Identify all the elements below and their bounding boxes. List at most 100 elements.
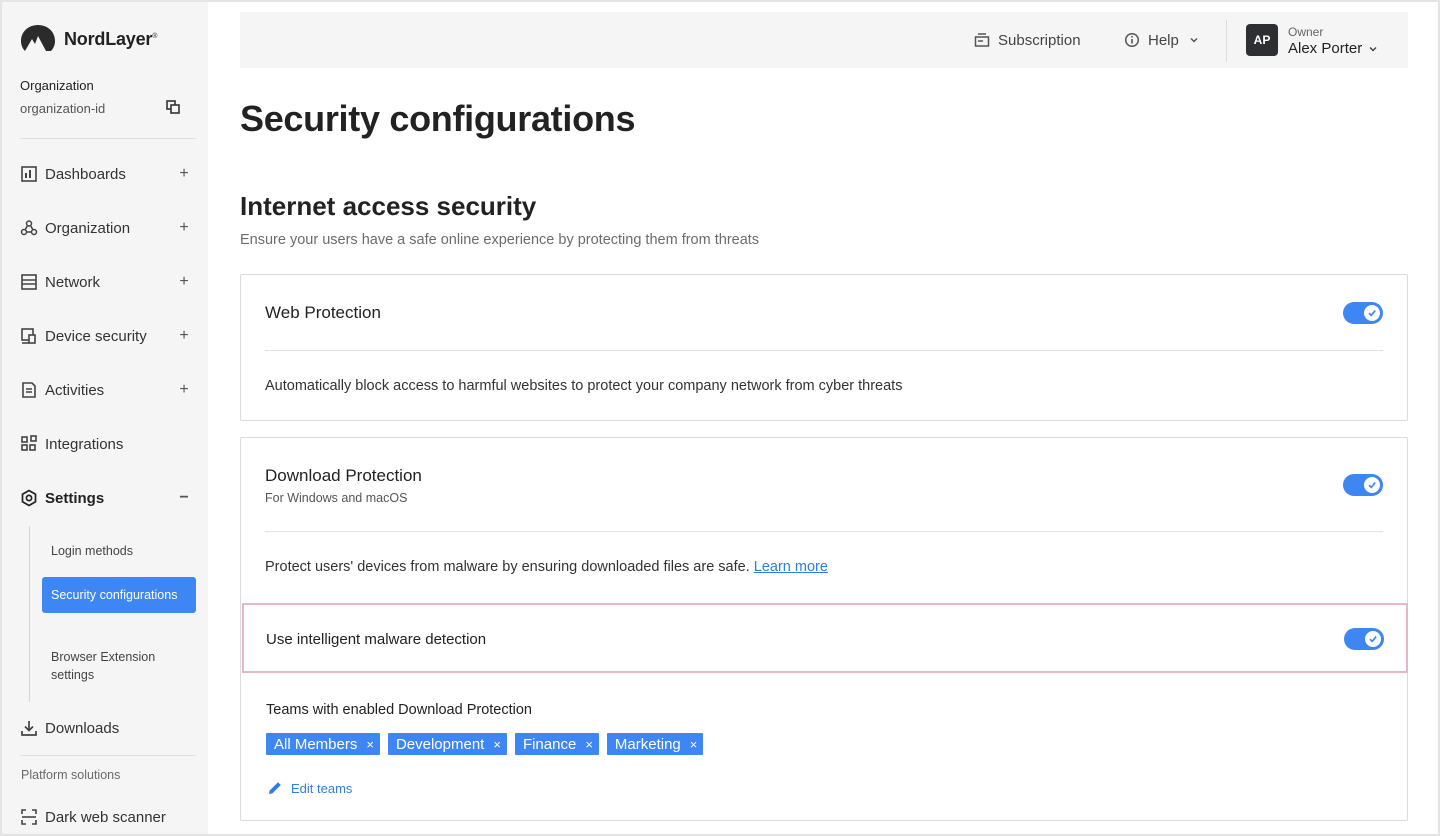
sidebar-item-downloads[interactable]: Downloads (20, 713, 190, 743)
web-protection-description: Automatically block access to harmful we… (265, 378, 903, 394)
section-description: Ensure your users have a safe online exp… (240, 232, 760, 248)
remove-chip-icon[interactable]: × (366, 737, 374, 752)
sidebar-item-dashboards[interactable]: Dashboards + (20, 159, 190, 189)
top-bar: Subscription Help AP Owner Alex Porter (240, 12, 1408, 68)
checkmark-icon (1368, 482, 1376, 489)
edit-teams-label: Edit teams (291, 780, 353, 796)
activities-icon (22, 382, 36, 398)
sidebar-item-label: Downloads (45, 719, 120, 737)
sidebar-item-label: Device security (45, 327, 147, 345)
settings-icon (21, 489, 37, 507)
web-protection-title: Web Protection (265, 303, 381, 322)
nordlayer-logo-icon (21, 25, 55, 51)
subscription-button[interactable]: Subscription (974, 12, 1081, 68)
download-protection-toggle[interactable] (1343, 474, 1383, 496)
teams-label: Teams with enabled Download Protection (266, 702, 532, 718)
expand-icon[interactable]: + (178, 165, 190, 183)
malware-detection-row: Use intelligent malware detection (242, 603, 1408, 673)
team-chips: All Members × Development × Finance × Ma… (266, 733, 704, 755)
expand-icon[interactable]: + (178, 327, 190, 345)
copy-icon[interactable] (166, 100, 180, 114)
team-chip: Marketing × (606, 733, 704, 755)
malware-detection-label: Use intelligent malware detection (266, 631, 487, 648)
expand-icon[interactable]: + (178, 273, 190, 291)
sidebar-subitem-login-methods[interactable]: Login methods (42, 542, 196, 560)
organization-label: Organization (20, 78, 94, 93)
team-chip-label: All Members (274, 735, 358, 753)
card-divider (265, 531, 1383, 532)
download-protection-description: Protect users' devices from malware by e… (265, 559, 828, 575)
subscription-icon (974, 33, 990, 47)
sidebar-subitem-browser-extension-settings[interactable]: Browser Extension settings (42, 648, 196, 684)
checkmark-icon (1368, 310, 1376, 317)
team-chip-label: Finance (522, 735, 577, 753)
sidebar-item-label: Dark web scanner (45, 808, 166, 826)
device-security-icon (21, 328, 36, 344)
sidebar-item-label: Settings (45, 489, 105, 507)
pencil-icon (269, 782, 281, 794)
card-divider (265, 350, 1383, 351)
platform-solutions-label: Platform solutions (21, 768, 121, 782)
collapse-icon[interactable]: − (178, 489, 190, 507)
download-protection-title: Download Protection (265, 466, 422, 485)
sidebar-subitem-security-configurations[interactable]: Security configurations (42, 577, 196, 613)
sidebar-item-network[interactable]: Network + (20, 267, 190, 297)
sidebar-item-label: Dashboards (45, 165, 126, 183)
toggle-knob (1364, 305, 1380, 321)
section-title: Internet access security (240, 191, 537, 221)
download-icon (21, 721, 37, 736)
brand-name: NordLayer® (64, 28, 158, 49)
brand-logo[interactable]: NordLayer® (20, 24, 157, 54)
info-icon (1124, 32, 1140, 48)
dashboard-icon (21, 166, 37, 182)
sidebar-item-settings[interactable]: Settings − (20, 483, 190, 513)
malware-detection-toggle[interactable] (1344, 628, 1384, 650)
sidebar: NordLayer® Organization organization-id … (2, 2, 208, 834)
submenu-line (29, 526, 30, 702)
team-chip-label: Development (395, 735, 485, 753)
sidebar-item-label: Activities (45, 381, 105, 399)
organization-id: organization-id (20, 101, 106, 116)
sidebar-item-organization[interactable]: Organization + (20, 213, 190, 243)
chevron-down-icon (1190, 37, 1198, 43)
web-protection-card: Web Protection Automatically block acces… (240, 274, 1408, 421)
sidebar-divider (20, 138, 196, 139)
subscription-label: Subscription (998, 31, 1081, 49)
expand-icon[interactable]: + (178, 219, 190, 237)
team-chip: Development × (387, 733, 507, 755)
help-button[interactable]: Help (1124, 12, 1199, 68)
edit-teams-button[interactable]: Edit teams (266, 779, 352, 797)
app-frame: NordLayer® Organization organization-id … (2, 2, 1438, 834)
sidebar-item-label: Integrations (45, 435, 124, 453)
user-role: Owner (1288, 25, 1324, 39)
sidebar-item-label: Organization (45, 219, 131, 237)
sidebar-item-integrations[interactable]: Integrations (20, 429, 190, 459)
scanner-icon (21, 809, 37, 825)
user-name: Alex Porter (1288, 40, 1363, 57)
topbar-separator (1226, 20, 1227, 62)
user-menu[interactable]: Alex Porter (1288, 40, 1378, 57)
help-label: Help (1148, 31, 1179, 49)
remove-chip-icon[interactable]: × (690, 737, 698, 752)
remove-chip-icon[interactable]: × (585, 737, 593, 752)
integrations-icon (21, 435, 37, 451)
sidebar-item-activities[interactable]: Activities + (20, 375, 190, 405)
download-protection-subtitle: For Windows and macOS (265, 491, 408, 505)
learn-more-link[interactable]: Learn more (754, 559, 828, 575)
network-icon (21, 274, 37, 290)
remove-chip-icon[interactable]: × (493, 737, 501, 752)
organization-icon (20, 220, 38, 236)
sidebar-divider (20, 755, 196, 756)
checkmark-icon (1369, 636, 1377, 643)
sidebar-item-device-security[interactable]: Device security + (20, 321, 190, 351)
team-chip: Finance × (514, 733, 599, 755)
team-chip: All Members × (266, 733, 380, 755)
toggle-knob (1364, 477, 1380, 493)
avatar[interactable]: AP (1246, 24, 1278, 56)
sidebar-item-label: Network (45, 273, 101, 291)
sidebar-item-dark-web-scanner[interactable]: Dark web scanner (20, 802, 190, 832)
download-protection-description-text: Protect users' devices from malware by e… (265, 559, 750, 575)
expand-icon[interactable]: + (178, 381, 190, 399)
web-protection-toggle[interactable] (1343, 302, 1383, 324)
chevron-down-icon (1369, 46, 1377, 52)
